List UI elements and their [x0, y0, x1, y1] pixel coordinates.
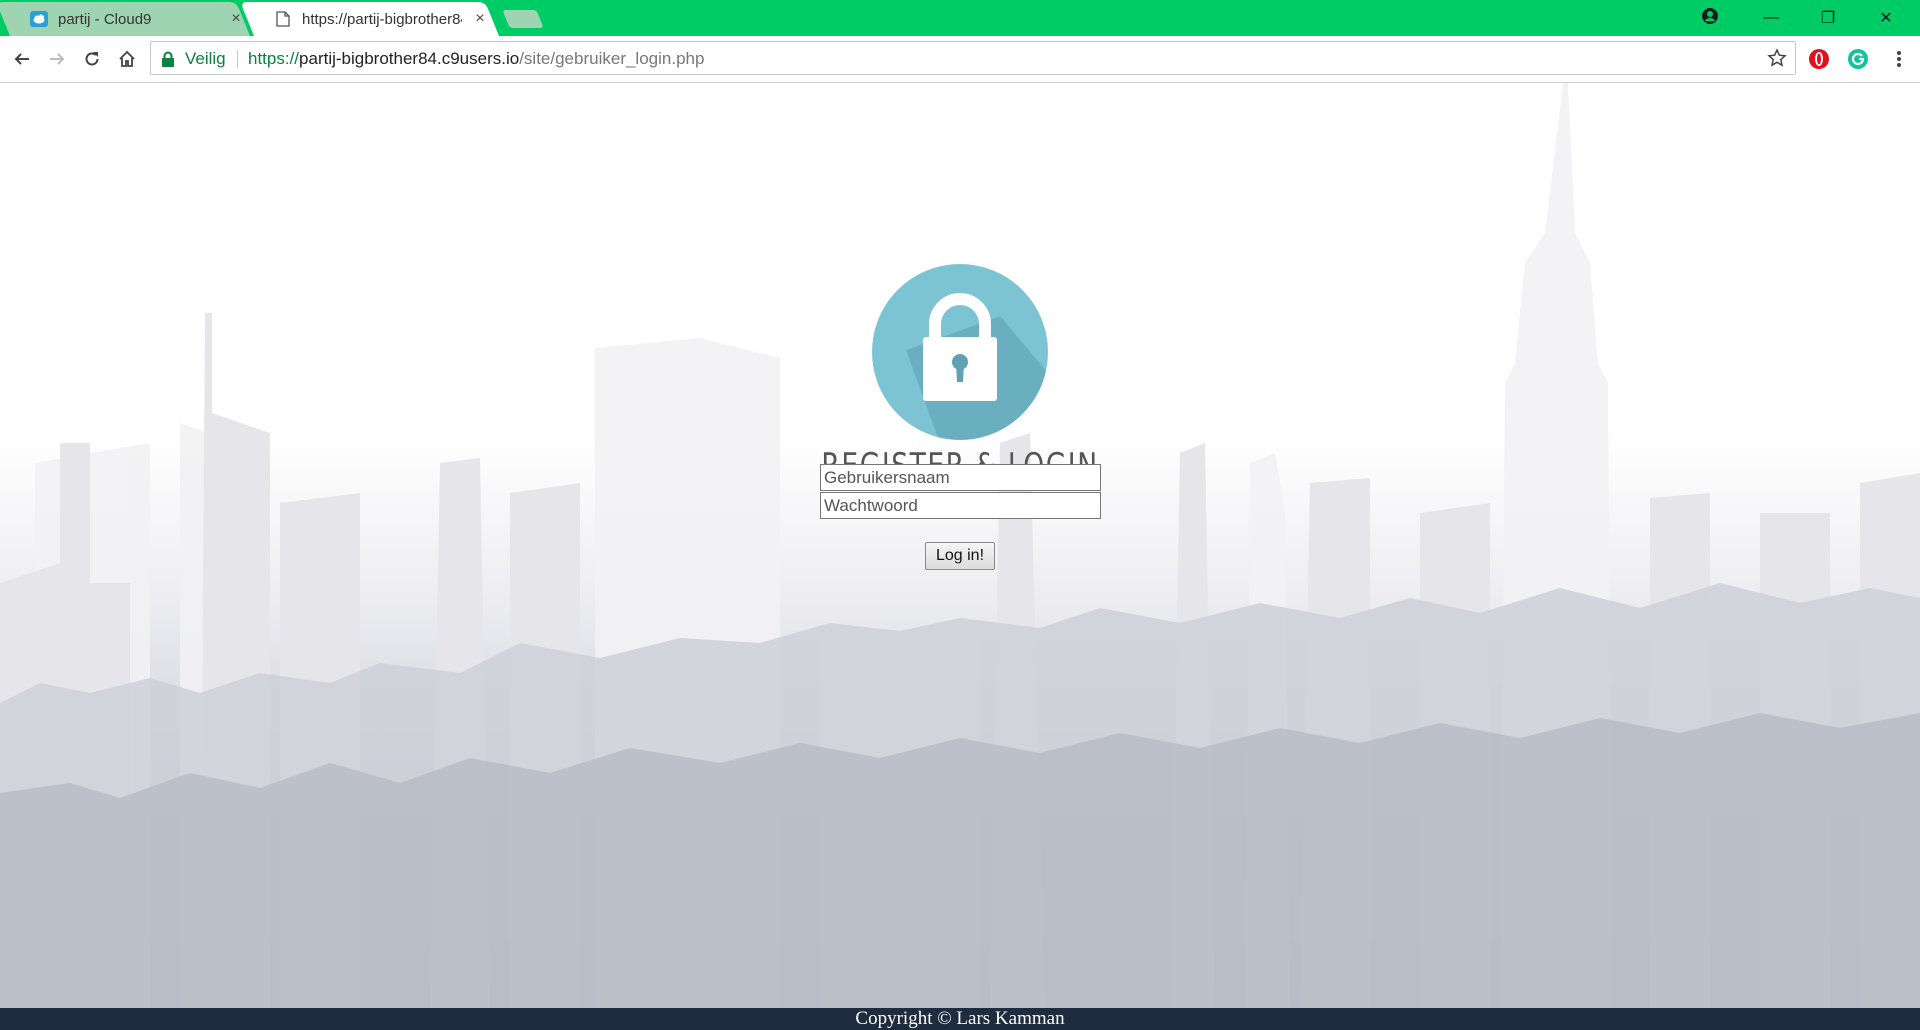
login-button[interactable]: Log in! [925, 542, 995, 570]
tab-cloud9[interactable]: partij - Cloud9 × [10, 2, 250, 36]
new-tab-button[interactable] [502, 10, 544, 28]
lock-icon [162, 51, 174, 67]
security-label: Veilig [185, 49, 226, 68]
url-path: /site/gebruiker_login.php [519, 49, 705, 68]
forward-icon[interactable] [45, 47, 69, 71]
tab-close-icon[interactable]: × [472, 10, 488, 28]
url-scheme: https:// [248, 49, 300, 68]
minimize-icon[interactable]: — [1743, 0, 1799, 36]
document-icon [274, 10, 292, 28]
tab-login-page[interactable]: https://partij-bigbrother84.c9users.io/s… [254, 2, 499, 36]
page-content: REGISTER & LOGIN Log in! [0, 83, 1920, 1008]
menu-icon[interactable] [1888, 48, 1910, 70]
url-host: partij-bigbrother84.c9users.io [299, 49, 520, 68]
tab-title: https://partij-bigbrother84.c9users.io/s… [302, 10, 462, 28]
cloud9-icon [30, 10, 48, 28]
reload-icon[interactable] [80, 47, 104, 71]
bookmark-star-icon[interactable] [1767, 48, 1787, 68]
separator [237, 50, 238, 68]
tab-close-icon[interactable]: × [228, 10, 244, 28]
lock-logo-icon [872, 264, 1050, 442]
username-input[interactable] [820, 464, 1101, 491]
home-icon[interactable] [115, 47, 139, 71]
address-bar[interactable]: Veilig https://partij-bigbrother84.c9use… [150, 41, 1796, 75]
tab-title: partij - Cloud9 [58, 10, 152, 28]
back-icon[interactable] [10, 47, 34, 71]
opera-extension-icon[interactable] [1808, 48, 1830, 70]
grammarly-icon[interactable] [1847, 48, 1869, 70]
close-window-icon[interactable]: ✕ [1858, 0, 1914, 36]
url-text[interactable]: https://partij-bigbrother84.c9users.io/s… [248, 49, 704, 69]
password-input[interactable] [820, 492, 1101, 519]
profile-icon[interactable] [1700, 6, 1720, 26]
restore-icon[interactable]: ❐ [1800, 0, 1856, 36]
browser-tab-bar: partij - Cloud9 × https://partij-bigbrot… [0, 0, 1920, 36]
footer-copyright: Copyright © Lars Kamman [0, 1008, 1920, 1030]
browser-toolbar: Veilig https://partij-bigbrother84.c9use… [0, 36, 1920, 83]
